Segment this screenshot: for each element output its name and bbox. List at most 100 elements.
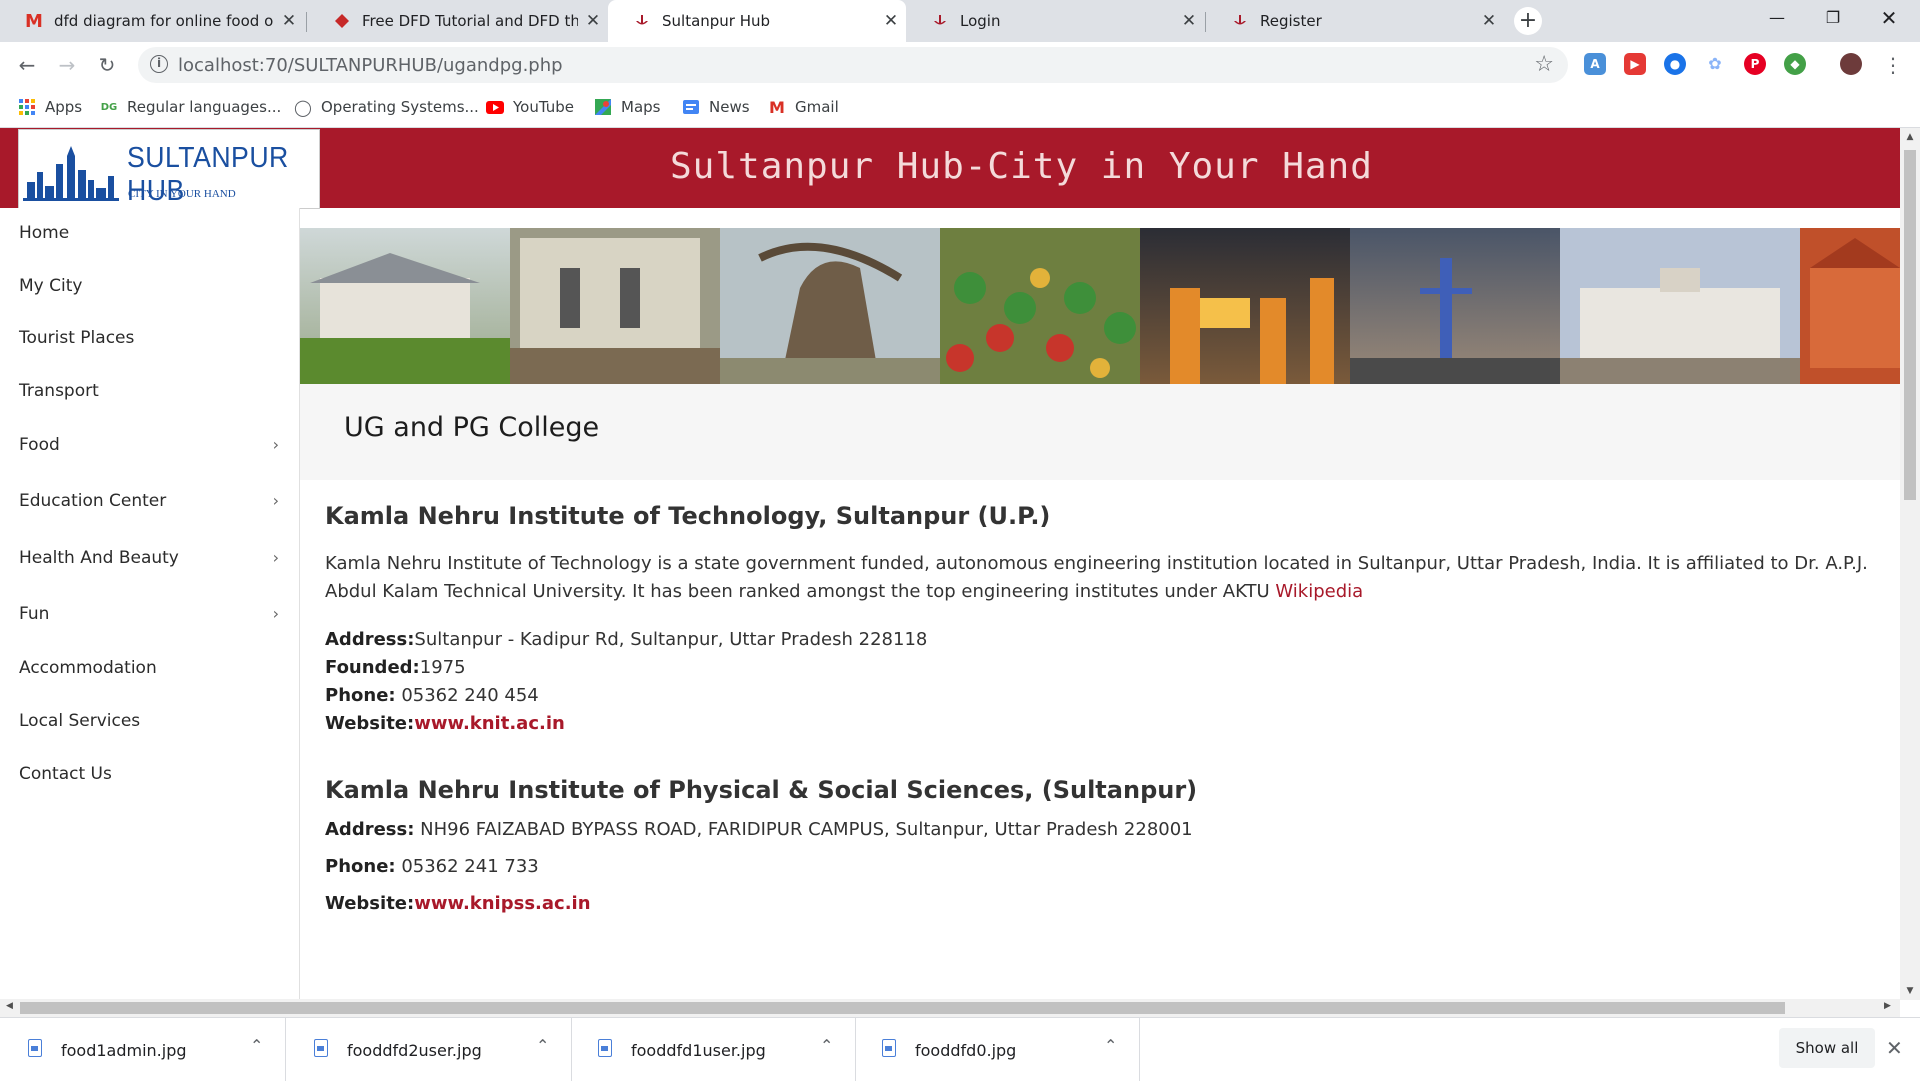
scroll-up-icon[interactable]: ▲ [1900,132,1920,142]
close-icon[interactable]: ✕ [274,11,304,31]
website-link[interactable]: www.knit.ac.in [414,713,565,734]
scrollbar-thumb[interactable] [1904,150,1916,500]
sidebar-item-home[interactable]: Home [19,223,279,243]
college-phone: Phone: 05362 241 733 [325,853,1885,881]
download-item[interactable]: fooddfd2user.jpg ⌃ [286,1018,572,1081]
extension-icon[interactable]: ◆ [1784,53,1806,75]
website-link[interactable]: www.knipss.ac.in [414,893,590,914]
address-value: Sultanpur - Kadipur Rd, Sultanpur, Uttar… [414,629,928,650]
extension-icon[interactable]: ✿ [1704,53,1726,75]
phone-value: 05362 241 733 [401,856,539,877]
bookmark-news[interactable]: News [682,98,750,116]
bookmark-apps[interactable]: Apps [18,98,82,116]
city-photo-collage [300,228,1900,384]
sidebar-item-education-center[interactable]: Education Center › [19,491,279,511]
brand-tagline: CITY IN YOUR HAND [128,188,236,200]
reload-icon[interactable]: ↻ [92,50,122,80]
bookmark-label: Operating Systems... [321,98,479,116]
page-title: UG and PG College [344,412,600,443]
bookmark-youtube[interactable]: YouTube [486,98,574,116]
sidebar-item-transport[interactable]: Transport [19,381,279,401]
download-filename: food1admin.jpg [61,1041,187,1060]
show-all-button[interactable]: Show all [1779,1028,1875,1068]
close-icon[interactable]: ✕ [1474,11,1504,31]
wikipedia-link[interactable]: Wikipedia [1275,581,1363,602]
scroll-down-icon[interactable]: ▼ [1900,986,1920,996]
pinterest-icon[interactable]: P [1744,53,1766,75]
chevron-right-icon: › [272,435,279,454]
college-address: Address: NH96 FAIZABAD BYPASS ROAD, FARI… [325,816,1885,844]
sidebar-item-label: Transport [19,381,99,401]
window-close-button[interactable]: ✕ [1866,0,1912,38]
download-filename: fooddfd0.jpg [915,1041,1017,1060]
sidebar-item-label: Accommodation [19,658,157,678]
chevron-up-icon[interactable]: ⌃ [250,1036,263,1055]
news-icon [682,99,700,115]
bookmark-label: Regular languages... [127,98,282,116]
bookmark-label: Maps [621,98,661,116]
address-bar[interactable]: i localhost:70/SULTANPURHUB/ugandpg.php … [138,47,1568,83]
sidebar-item-local-services[interactable]: Local Services [19,711,279,731]
sidebar-item-health-and-beauty[interactable]: Health And Beauty › [19,548,279,568]
download-item[interactable]: fooddfd0.jpg ⌃ [854,1018,1140,1081]
sidebar-item-fun[interactable]: Fun › [19,604,279,624]
scroll-right-icon[interactable]: ▶ [1884,1001,1891,1011]
tab-login[interactable]: Login ✕ [906,0,1204,42]
menu-dots-icon[interactable]: ⋮ [1878,50,1908,80]
forward-arrow-icon[interactable]: → [52,50,82,80]
image-file-icon [882,1039,896,1057]
bookmark-regular-languages[interactable]: DG Regular languages... [100,98,282,116]
sidebar-item-tourist-places[interactable]: Tourist Places [19,328,279,348]
scroll-left-icon[interactable]: ◀ [6,1001,13,1011]
bookmark-label: YouTube [513,98,574,116]
minimize-button[interactable]: — [1754,0,1800,38]
url-text[interactable]: localhost:70/SULTANPURHUB/ugandpg.php [178,55,563,76]
scrollbar-thumb[interactable] [20,1002,1785,1014]
page-heading-bar: UG and PG College [300,384,1900,480]
tab-register[interactable]: Register ✕ [1206,0,1504,42]
sidebar-item-my-city[interactable]: My City [19,276,279,296]
download-item[interactable]: food1admin.jpg ⌃ [0,1018,286,1081]
sidebar-item-label: Tourist Places [19,328,135,348]
horizontal-scrollbar[interactable]: ◀ ▶ [0,999,1900,1017]
tab-sultanpur-hub[interactable]: Sultanpur Hub ✕ [608,0,906,42]
tab-gmail-dfd[interactable]: M dfd diagram for online food orde ✕ [0,0,304,42]
bookmark-operating-systems[interactable]: ◯ Operating Systems... [294,98,479,117]
close-icon[interactable]: ✕ [876,11,906,31]
close-icon[interactable]: ✕ [1174,11,1204,31]
chevron-up-icon[interactable]: ⌃ [820,1036,833,1055]
extension-icon[interactable]: A [1584,53,1606,75]
extension-icon[interactable]: ▶ [1624,53,1646,75]
chevron-up-icon[interactable]: ⌃ [1104,1036,1117,1055]
bookmark-label: Gmail [795,98,839,116]
tab-title: Free DFD Tutorial and DFD the be [362,12,578,30]
download-item[interactable]: fooddfd1user.jpg ⌃ [570,1018,856,1081]
close-icon[interactable]: ✕ [1886,1036,1903,1060]
site-info-icon[interactable]: i [150,55,168,73]
bookmark-maps[interactable]: Maps [594,98,660,116]
main-content: Kamla Nehru Institute of Technology, Sul… [325,480,1885,918]
tab-title: Sultanpur Hub [662,12,771,30]
restore-button[interactable]: ❐ [1810,0,1856,38]
sidebar-item-label: Contact Us [19,764,112,784]
sidebar-item-food[interactable]: Food › [19,435,279,455]
sidebar-item-label: Home [19,223,70,243]
tab-dfd-tutorial[interactable]: Free DFD Tutorial and DFD the be ✕ [308,0,608,42]
chevron-up-icon[interactable]: ⌃ [536,1036,549,1055]
sidebar-item-accommodation[interactable]: Accommodation [19,658,279,678]
extension-icon[interactable]: ● [1664,53,1686,75]
tab-title: Register [1260,12,1322,30]
bookmark-star-icon[interactable]: ☆ [1534,52,1554,77]
site-logo[interactable]: SULTANPUR HUB CITY IN YOUR HAND [18,129,320,209]
avatar[interactable] [1840,53,1862,75]
local-site-icon [634,13,650,29]
close-icon[interactable]: ✕ [578,11,608,31]
local-site-icon [1232,13,1248,29]
vertical-scrollbar[interactable]: ▲ ▼ [1900,128,1920,1000]
new-tab-button[interactable]: + [1514,7,1542,35]
college-name: Kamla Nehru Institute of Technology, Sul… [325,502,1051,530]
phone-value: 05362 240 454 [401,685,539,706]
back-arrow-icon[interactable]: ← [12,50,42,80]
sidebar-item-contact-us[interactable]: Contact Us [19,764,279,784]
bookmark-gmail[interactable]: M Gmail [768,98,839,117]
